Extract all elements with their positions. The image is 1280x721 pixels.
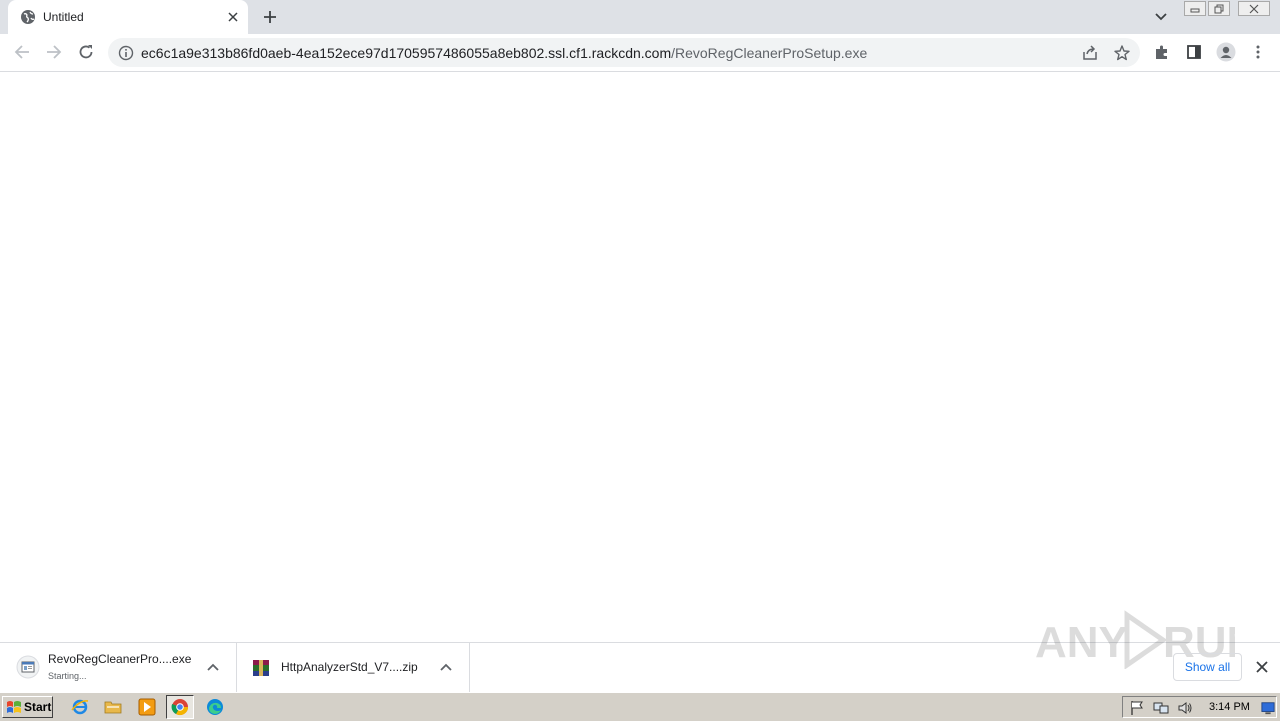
back-arrow-icon[interactable]: [12, 42, 32, 62]
url-path: /RevoRegCleanerProSetup.exe: [671, 45, 868, 61]
minimize-window-icon[interactable]: [1184, 1, 1206, 16]
winrar-archive-icon: [253, 660, 269, 676]
browser-toolbar: ec6c1a9e313b86fd0aeb-4ea152ece97d1705957…: [0, 34, 1280, 72]
clock[interactable]: 3:14 PM: [1209, 701, 1250, 713]
side-panel-icon[interactable]: [1184, 42, 1204, 62]
start-button[interactable]: Start: [2, 696, 53, 718]
forward-arrow-icon[interactable]: [44, 42, 64, 62]
tab-strip: Untitled: [0, 0, 1280, 34]
edge-icon[interactable]: [206, 698, 224, 716]
download-filename: HttpAnalyzerStd_V7....zip: [281, 660, 418, 674]
chrome-taskbar-button[interactable]: [166, 695, 194, 719]
close-shelf-icon[interactable]: [1255, 660, 1269, 674]
volume-speaker-icon[interactable]: [1177, 700, 1193, 716]
new-tab-plus-icon[interactable]: [259, 6, 281, 28]
address-bar[interactable]: ec6c1a9e313b86fd0aeb-4ea152ece97d1705957…: [108, 38, 1140, 67]
svg-text:ANY: ANY: [1035, 618, 1128, 667]
extensions-puzzle-icon[interactable]: [1152, 42, 1172, 62]
start-label: Start: [24, 700, 52, 714]
restore-window-icon[interactable]: [1208, 1, 1230, 16]
tab-untitled[interactable]: Untitled: [8, 0, 248, 34]
chevron-up-icon[interactable]: [206, 660, 220, 674]
show-all-button[interactable]: Show all: [1173, 653, 1242, 681]
download-item[interactable]: HttpAnalyzerStd_V7....zip: [237, 643, 470, 693]
windows-logo-icon: [7, 701, 21, 713]
reload-icon[interactable]: [76, 42, 96, 62]
chevron-up-icon[interactable]: [439, 660, 453, 674]
system-tray: 3:14 PM: [1122, 696, 1277, 718]
page-content: [0, 72, 1280, 642]
download-shelf: RevoRegCleanerPro....exe Starting... Htt…: [0, 610, 1280, 693]
taskbar: Start 3:14 PM: [0, 692, 1280, 721]
bookmark-star-icon[interactable]: [1113, 44, 1131, 62]
site-info-icon[interactable]: [118, 45, 134, 61]
globe-icon: [21, 10, 35, 24]
download-status: Starting...: [48, 671, 87, 681]
profile-avatar-icon[interactable]: [1216, 42, 1236, 62]
internet-explorer-icon[interactable]: [71, 698, 89, 716]
media-player-icon[interactable]: [138, 698, 156, 716]
chevron-down-icon[interactable]: [1151, 7, 1171, 27]
installer-icon: [16, 655, 40, 679]
share-icon[interactable]: [1081, 44, 1099, 62]
show-desktop-icon[interactable]: [1261, 700, 1275, 716]
more-menu-icon[interactable]: [1248, 42, 1268, 62]
download-item[interactable]: RevoRegCleanerPro....exe Starting...: [0, 643, 237, 693]
url-host: ec6c1a9e313b86fd0aeb-4ea152ece97d1705957…: [141, 45, 672, 61]
tab-title: Untitled: [43, 10, 84, 24]
network-icon[interactable]: [1153, 700, 1169, 716]
url-text[interactable]: ec6c1a9e313b86fd0aeb-4ea152ece97d1705957…: [141, 45, 867, 61]
chrome-icon: [171, 699, 189, 716]
action-center-flag-icon[interactable]: [1129, 700, 1145, 716]
close-tab-icon[interactable]: [225, 9, 241, 25]
download-filename: RevoRegCleanerPro....exe: [48, 652, 192, 666]
close-window-icon[interactable]: [1238, 1, 1270, 16]
folder-icon[interactable]: [104, 698, 122, 716]
